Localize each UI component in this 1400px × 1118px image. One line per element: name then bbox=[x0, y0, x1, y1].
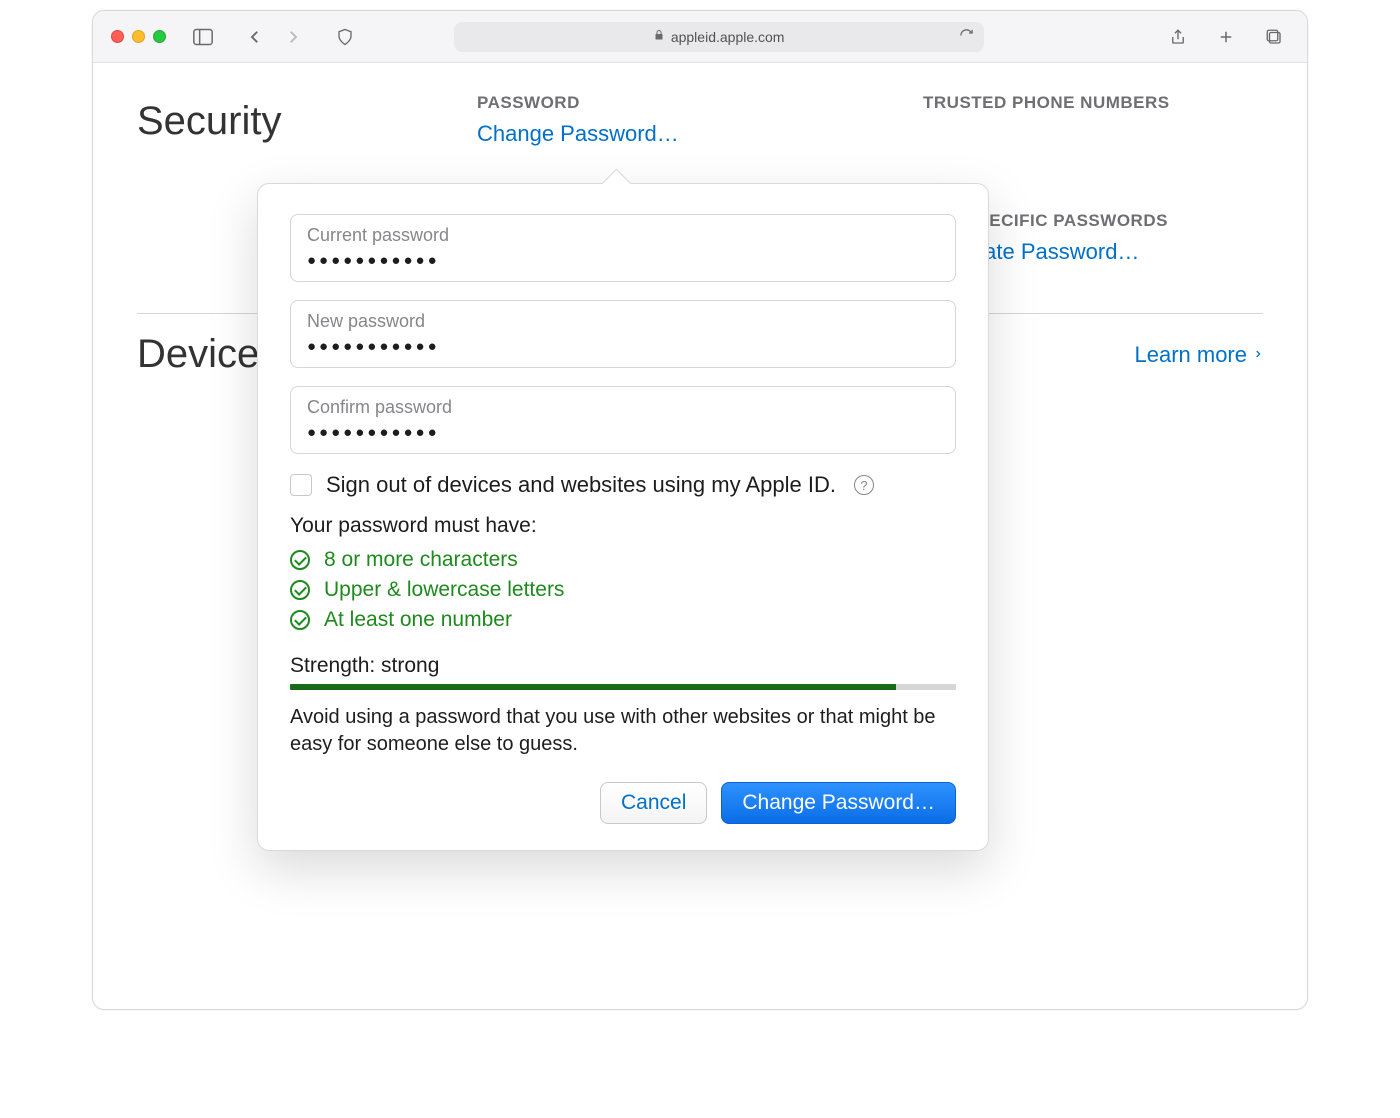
strength-bar bbox=[290, 684, 956, 690]
safari-window: appleid.apple.com Security PASSWORD Chan… bbox=[92, 10, 1308, 1010]
minimize-window-button[interactable] bbox=[132, 30, 145, 43]
check-icon bbox=[290, 580, 310, 600]
address-bar[interactable]: appleid.apple.com bbox=[454, 22, 984, 52]
chevron-right-icon bbox=[1253, 342, 1263, 368]
password-advice: Avoid using a password that you use with… bbox=[290, 704, 956, 758]
current-password-label: Current password bbox=[307, 225, 939, 246]
browser-toolbar: appleid.apple.com bbox=[93, 11, 1307, 63]
reload-icon[interactable] bbox=[959, 28, 974, 46]
cancel-button[interactable]: Cancel bbox=[600, 782, 707, 824]
requirement-2-label: Upper & lowercase letters bbox=[324, 578, 564, 602]
trusted-numbers-label: TRUSTED PHONE NUMBERS bbox=[923, 93, 1263, 113]
learn-more-label: Learn more bbox=[1134, 342, 1247, 368]
strength-label: Strength: strong bbox=[290, 654, 956, 678]
share-icon[interactable] bbox=[1163, 22, 1193, 52]
current-password-value: ●●●●●●●●●●● bbox=[307, 252, 939, 269]
current-password-field[interactable]: Current password ●●●●●●●●●●● bbox=[290, 214, 956, 282]
signout-checkbox[interactable] bbox=[290, 474, 312, 496]
requirement-3: At least one number bbox=[290, 608, 956, 632]
close-window-button[interactable] bbox=[111, 30, 124, 43]
change-password-popover: Current password ●●●●●●●●●●● New passwor… bbox=[257, 183, 989, 851]
requirements-title: Your password must have: bbox=[290, 514, 956, 538]
new-password-field[interactable]: New password ●●●●●●●●●●● bbox=[290, 300, 956, 368]
new-tab-icon[interactable] bbox=[1211, 22, 1241, 52]
new-password-label: New password bbox=[307, 311, 939, 332]
lock-icon bbox=[653, 28, 665, 45]
tabs-overview-icon[interactable] bbox=[1259, 22, 1289, 52]
sidebar-toggle-icon[interactable] bbox=[188, 22, 218, 52]
signout-checkbox-label: Sign out of devices and websites using m… bbox=[326, 472, 836, 498]
page-content: Security PASSWORD Change Password… TRUST… bbox=[93, 63, 1307, 407]
back-button[interactable] bbox=[240, 22, 270, 52]
check-icon bbox=[290, 610, 310, 630]
requirement-2: Upper & lowercase letters bbox=[290, 578, 956, 602]
requirement-3-label: At least one number bbox=[324, 608, 512, 632]
strength-fill bbox=[290, 684, 896, 690]
check-icon bbox=[290, 550, 310, 570]
learn-more-link[interactable]: Learn more bbox=[1134, 342, 1263, 368]
confirm-password-value: ●●●●●●●●●●● bbox=[307, 424, 939, 441]
confirm-password-label: Confirm password bbox=[307, 397, 939, 418]
change-password-button[interactable]: Change Password… bbox=[721, 782, 956, 824]
new-password-value: ●●●●●●●●●●● bbox=[307, 338, 939, 355]
confirm-password-field[interactable]: Confirm password ●●●●●●●●●●● bbox=[290, 386, 956, 454]
window-controls bbox=[111, 30, 166, 43]
address-bar-text: appleid.apple.com bbox=[671, 29, 785, 45]
privacy-shield-icon[interactable] bbox=[330, 22, 360, 52]
requirement-1: 8 or more characters bbox=[290, 548, 956, 572]
requirement-1-label: 8 or more characters bbox=[324, 548, 518, 572]
security-heading: Security bbox=[137, 93, 477, 144]
password-section-label: PASSWORD bbox=[477, 93, 923, 113]
help-icon[interactable]: ? bbox=[854, 475, 874, 495]
maximize-window-button[interactable] bbox=[153, 30, 166, 43]
change-password-link[interactable]: Change Password… bbox=[477, 121, 923, 147]
forward-button[interactable] bbox=[278, 22, 308, 52]
